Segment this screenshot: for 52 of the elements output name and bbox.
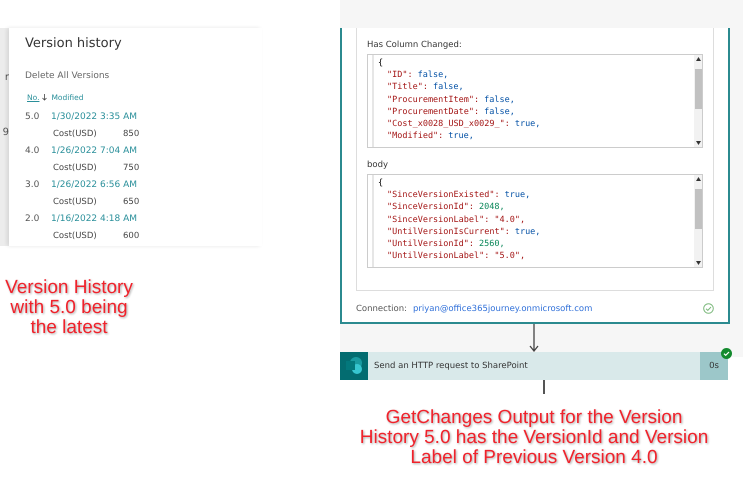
- code-line: "SinceVersionExisted": true,: [386, 189, 532, 202]
- annotation-caption: Version History with 5.0 being the latest: [4, 278, 134, 338]
- scroll-up-icon: [696, 177, 700, 181]
- modified-date-link[interactable]: 1/26/2022 6:56 AM: [51, 180, 138, 190]
- scrollbar-thumb[interactable]: [694, 69, 702, 109]
- connection-label: Connection:: [356, 304, 407, 314]
- code-line: "ProcurementItem": false,: [386, 94, 516, 106]
- field-name: Cost(USD): [53, 162, 98, 172]
- scrollbar-thumb[interactable]: [694, 189, 702, 229]
- down-arrow: [529, 324, 539, 352]
- action-title: Send an HTTP request to SharePoint: [373, 361, 529, 371]
- modified-date-link[interactable]: 1/16/2022 4:18 AM: [51, 214, 138, 224]
- field-name: Cost(USD): [53, 230, 98, 240]
- scroll-up-icon: [696, 57, 700, 61]
- field-name: Cost(USD): [53, 128, 98, 138]
- code-line: "SinceVersionLabel": "4.0",: [386, 214, 526, 226]
- version-number: 5.0: [25, 112, 40, 122]
- code-line: "UntilVersionId": 2560,: [386, 238, 506, 250]
- field-value: 600: [123, 230, 140, 240]
- code-line: "Cost_x0028_USD_x0029_": true,: [386, 118, 542, 130]
- code-line: "Title": false,: [386, 81, 465, 94]
- modified-date-link[interactable]: 1/30/2022 3:35 AM: [51, 112, 138, 122]
- cut-off-text: 9: [2, 127, 9, 138]
- sort-down-icon: [42, 94, 48, 101]
- version-number: 4.0: [25, 146, 40, 156]
- code-line: "ProcurementDate": false,: [386, 106, 516, 118]
- app-logo-icon: [340, 352, 368, 380]
- code-line: {: [378, 57, 384, 70]
- panel-title: Version history: [25, 36, 123, 51]
- field-value: 650: [123, 196, 140, 206]
- annotation-caption: GetChanges Output for the Version History 5.0 has the VersionId and Version Label of Previous Version 4.0: [359, 408, 709, 468]
- code-line: "SinceVersionId": 2048,: [386, 201, 506, 214]
- cut-off-text: r: [4, 72, 9, 83]
- code-line: "ID": false,: [386, 69, 450, 82]
- output-label: body: [367, 160, 390, 170]
- delete-all-link[interactable]: Delete All Versions: [25, 71, 262, 81]
- check-circle-icon: [703, 303, 714, 314]
- duration-label: 0s: [700, 352, 728, 380]
- connection-link[interactable]: priyan@office365journey.onmicrosoft.com: [412, 304, 592, 314]
- code-line: "UntilVersionLabel": "5.0",: [386, 250, 526, 262]
- scroll-down-icon: [696, 261, 700, 265]
- field-value: 750: [123, 162, 140, 172]
- scroll-down-icon: [696, 141, 700, 145]
- modified-date-link[interactable]: 1/26/2022 7:04 AM: [51, 146, 138, 156]
- code-line: "Modified": true,: [386, 130, 475, 142]
- code-line: "UntilVersionIsCurrent": true,: [386, 226, 542, 238]
- field-name: Cost(USD): [53, 196, 98, 206]
- version-number: 3.0: [25, 180, 40, 190]
- field-value: 850: [123, 128, 140, 138]
- version-number: 2.0: [25, 214, 40, 224]
- output-label: Has Column Changed:: [367, 40, 463, 50]
- code-line: {: [378, 177, 384, 190]
